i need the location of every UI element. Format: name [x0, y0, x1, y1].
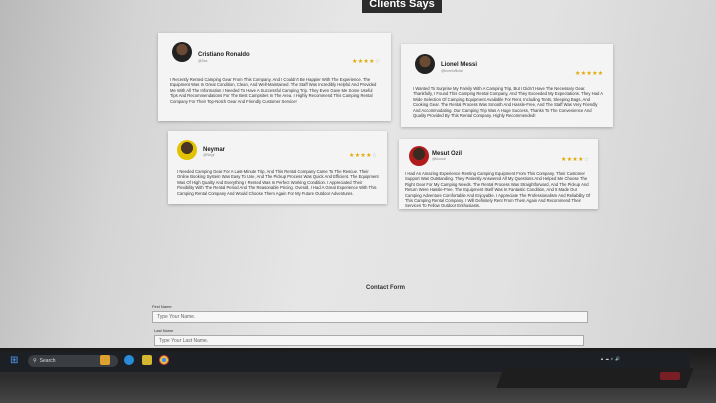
first-name-input[interactable]: Type Your Name. [152, 311, 588, 323]
testimonial-text: I Wanted To Surprise My Family With A Ca… [413, 86, 603, 119]
avatar [177, 140, 197, 160]
testimonial-handle: @lionelofficial [441, 69, 463, 73]
keyboard-light [660, 372, 680, 380]
last-name-placeholder: Type Your Last Name. [159, 337, 209, 344]
testimonial-handle: @Neyjr [203, 153, 215, 157]
avatar [415, 54, 435, 74]
system-tray[interactable]: ▲ ☁ ♬ 🔊 [600, 356, 620, 361]
testimonial-handle: @kloooe [432, 157, 446, 161]
rating-stars: ★★★★★ [575, 70, 603, 77]
testimonial-card: Cristiano Ronaldo @Sss ★★★★☆ I Recently … [158, 33, 391, 121]
testimonial-text: I Needed Camping Gear For A Last-Minute … [177, 169, 379, 196]
star-icon: ☆ [583, 157, 590, 163]
first-name-placeholder: Type Your Name. [157, 314, 196, 320]
first-name-label: First Name [152, 304, 172, 309]
windows-start-icon[interactable]: ⊞ [10, 356, 20, 366]
contact-form-title: Contact Form [366, 285, 405, 291]
testimonial-name: Lionel Messi [441, 62, 478, 68]
star-icon: ★ [597, 71, 604, 77]
search-icon: ⚲ [33, 358, 37, 364]
star-icon: ☆ [371, 153, 378, 159]
testimonial-text: I Recently Rented Camping Gear From This… [170, 77, 377, 104]
testimonial-name: Cristiano Ronaldo [198, 52, 250, 58]
star-icon: ☆ [374, 59, 381, 65]
avatar [409, 146, 429, 166]
section-title: Clients Says [362, 0, 442, 13]
last-name-input[interactable]: Type Your Last Name. [154, 335, 584, 346]
rating-stars: ★★★★☆ [352, 58, 380, 65]
avatar [172, 42, 192, 62]
chrome-icon[interactable] [159, 355, 169, 365]
testimonial-handle: @Sss [198, 59, 208, 63]
edge-browser-icon[interactable] [124, 355, 134, 365]
testimonial-card: Lionel Messi @lionelofficial ★★★★★ I Wan… [401, 44, 613, 127]
rating-stars: ★★★★☆ [561, 156, 589, 163]
testimonial-card: Mesut Ozil @kloooe ★★★★☆ I Had An Amazin… [399, 139, 598, 209]
testimonial-text: I Had An Amazing Experience Renting Camp… [405, 171, 591, 209]
rating-stars: ★★★★☆ [349, 152, 377, 159]
taskbar-search-placeholder: Search [39, 358, 56, 364]
file-explorer-icon[interactable] [100, 355, 110, 365]
store-icon[interactable] [142, 355, 152, 365]
last-name-label: Last Name [154, 328, 174, 333]
testimonial-card: Neymar @Neyjr ★★★★☆ I Needed Camping Gea… [168, 131, 387, 204]
